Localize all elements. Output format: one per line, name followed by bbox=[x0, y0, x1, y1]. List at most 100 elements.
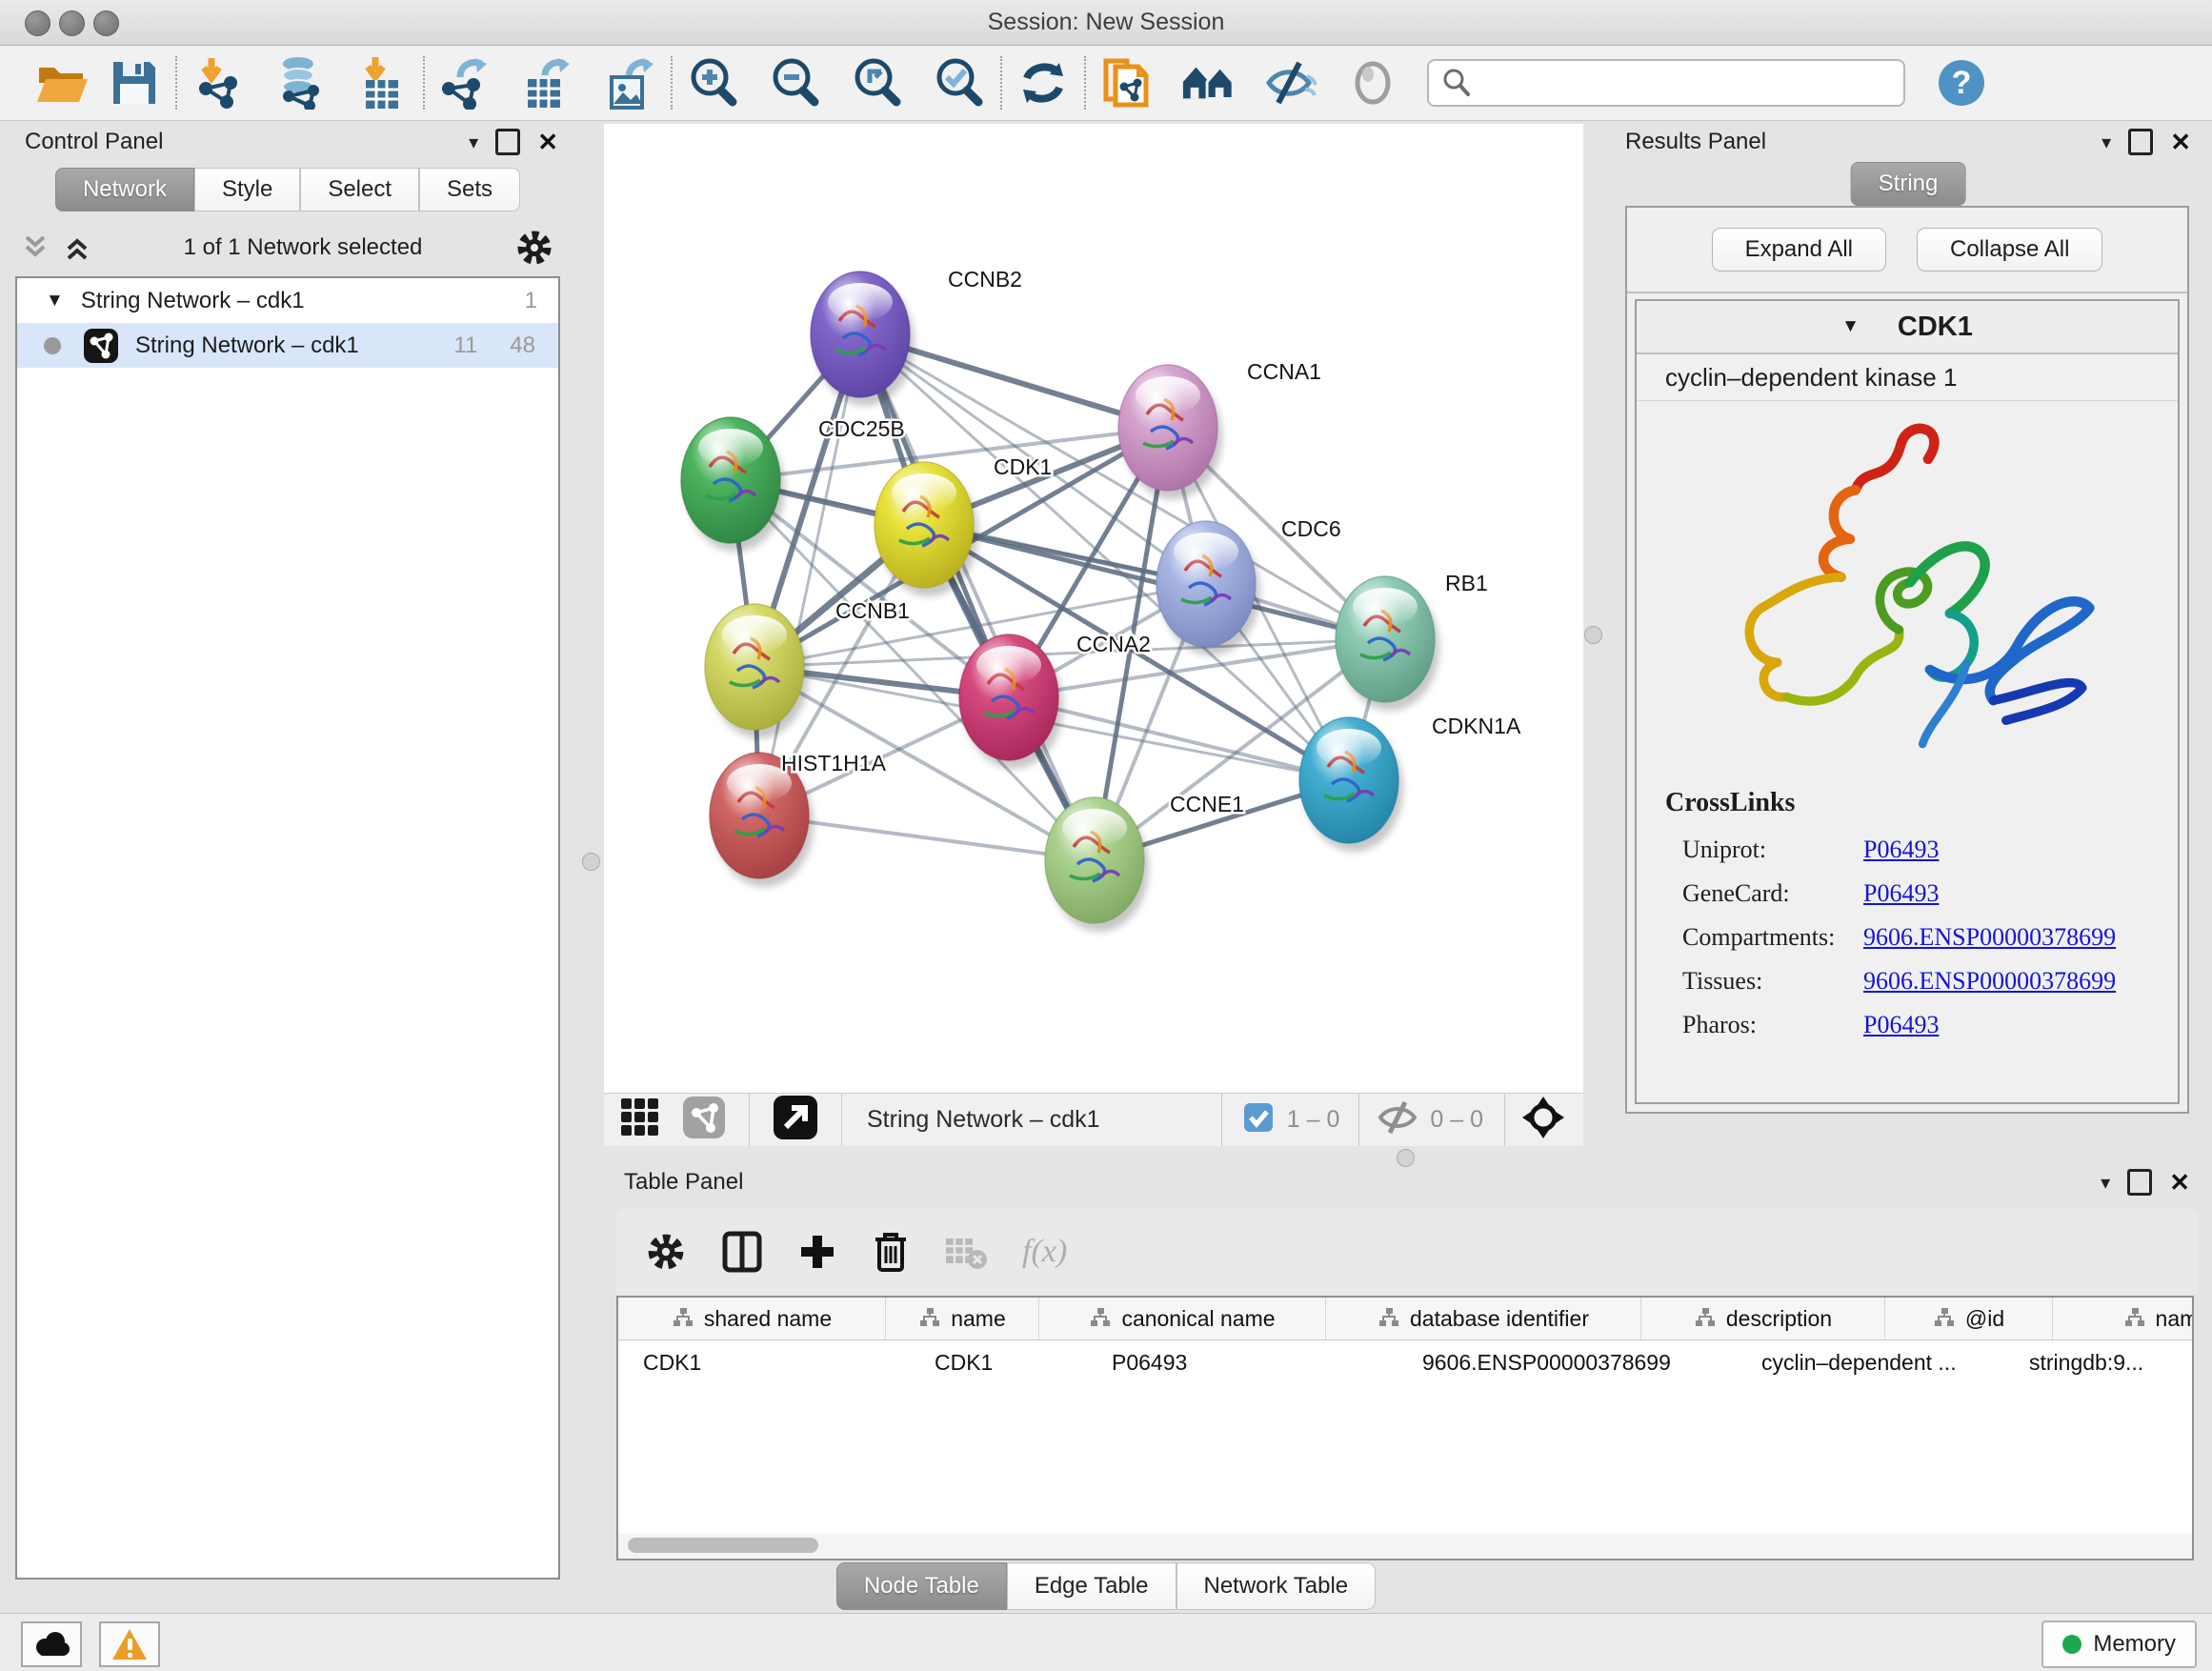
import-table-from-file-button[interactable] bbox=[354, 55, 410, 111]
right-splitter-handle[interactable] bbox=[1584, 626, 1602, 644]
graph-node-CDC6[interactable] bbox=[1156, 521, 1260, 655]
expand-all-networks-icon[interactable] bbox=[63, 233, 91, 262]
delete-column-icon[interactable] bbox=[872, 1230, 910, 1274]
zoom-fit-button[interactable] bbox=[850, 55, 905, 111]
control-panel-float-button[interactable] bbox=[495, 129, 520, 155]
show-columns-icon[interactable] bbox=[721, 1230, 763, 1274]
column-header-description[interactable]: description bbox=[1641, 1298, 1885, 1339]
tab-network-table[interactable]: Network Table bbox=[1176, 1562, 1377, 1610]
network-view-share-button[interactable] bbox=[682, 1096, 726, 1144]
table-cell[interactable]: stringdb:9... bbox=[2004, 1340, 2194, 1384]
hidden-elements-button[interactable] bbox=[1377, 1100, 1418, 1139]
crosslink-link[interactable]: P06493 bbox=[1863, 1011, 1939, 1039]
tab-select[interactable]: Select bbox=[300, 168, 419, 211]
crosslink-link[interactable]: 9606.ENSP00000378699 bbox=[1863, 923, 2116, 952]
crosslinks-section: CrossLinks Uniprot:P06493GeneCard:P06493… bbox=[1637, 788, 2178, 1047]
tab-style[interactable]: Style bbox=[194, 168, 300, 211]
help-button[interactable]: ? bbox=[1934, 55, 1989, 111]
table-cell[interactable]: CDK1 bbox=[910, 1340, 1087, 1384]
table-panel-close-button[interactable]: ✕ bbox=[2169, 1168, 2190, 1198]
scrollbar-thumb[interactable] bbox=[628, 1538, 818, 1553]
graph-node-CCNB1[interactable] bbox=[705, 604, 809, 738]
collapse-all-networks-icon[interactable] bbox=[21, 233, 50, 262]
tab-network[interactable]: Network bbox=[55, 168, 194, 211]
tab-node-table[interactable]: Node Table bbox=[836, 1562, 1007, 1610]
column-header-name[interactable]: name bbox=[886, 1298, 1039, 1339]
tab-edge-table[interactable]: Edge Table bbox=[1007, 1562, 1176, 1610]
fit-selected-button[interactable] bbox=[1520, 1095, 1566, 1145]
results-panel-menu-button[interactable]: ▾ bbox=[2101, 131, 2111, 154]
refresh-view-button[interactable] bbox=[1016, 55, 1071, 111]
import-network-from-database-button[interactable] bbox=[272, 55, 328, 111]
zoom-in-button[interactable] bbox=[686, 55, 741, 111]
glass-ball-effect-toggle-button[interactable] bbox=[1345, 55, 1400, 111]
node-table[interactable]: shared namenamecanonical namedatabase id… bbox=[616, 1296, 2194, 1538]
add-column-icon[interactable] bbox=[797, 1232, 837, 1272]
open-session-button[interactable] bbox=[34, 55, 90, 111]
network-graph[interactable]: CCNB2CCNA1CDC25BCDK1CDC6RB1CCNB1CCNA2CDK… bbox=[604, 124, 1583, 1093]
graph-node-CCNB2[interactable] bbox=[811, 272, 915, 406]
export-image-button[interactable] bbox=[602, 55, 657, 111]
export-table-icon bbox=[522, 56, 573, 110]
protein-card-header[interactable]: ▼ CDK1 bbox=[1637, 301, 2178, 354]
control-panel-menu-button[interactable]: ▾ bbox=[469, 131, 478, 154]
column-header-canonical-name[interactable]: canonical name bbox=[1039, 1298, 1326, 1339]
gear-icon[interactable] bbox=[514, 228, 554, 268]
column-header-database-identifier[interactable]: database identifier bbox=[1326, 1298, 1641, 1339]
search-box[interactable] bbox=[1427, 59, 1905, 107]
table-cell[interactable]: cyclin–dependent ... bbox=[1737, 1340, 2004, 1384]
graph-node-CCNE1[interactable] bbox=[1045, 797, 1149, 932]
network-row-selected[interactable]: String Network – cdk1 11 48 bbox=[17, 323, 558, 368]
table-settings-gear-icon[interactable] bbox=[645, 1231, 687, 1273]
results-panel-close-button[interactable]: ✕ bbox=[2170, 128, 2191, 157]
cloud-status-button[interactable] bbox=[21, 1621, 82, 1667]
crosslink-link[interactable]: 9606.ENSP00000378699 bbox=[1863, 967, 2116, 996]
expand-all-button[interactable]: Expand All bbox=[1712, 228, 1886, 272]
export-network-button[interactable] bbox=[438, 55, 493, 111]
column-header-namespace[interactable]: namespace bbox=[2053, 1298, 2194, 1339]
search-input[interactable] bbox=[1473, 69, 1877, 97]
edge-CCNB2-HIST1H1A[interactable] bbox=[759, 334, 860, 815]
protein-structure-image bbox=[1637, 401, 2178, 782]
column-header--id[interactable]: @id bbox=[1885, 1298, 2053, 1339]
table-cell[interactable]: 9606.ENSP00000378699 bbox=[1398, 1340, 1737, 1384]
table-cell[interactable]: P06493 bbox=[1087, 1340, 1398, 1384]
memory-button[interactable]: Memory bbox=[2041, 1621, 2197, 1668]
crosslink-link[interactable]: P06493 bbox=[1863, 836, 1939, 864]
graph-node-CCNA1[interactable] bbox=[1118, 365, 1222, 499]
results-panel-float-button[interactable] bbox=[2128, 129, 2153, 155]
string-import-button[interactable] bbox=[1099, 55, 1155, 111]
tab-sets[interactable]: Sets bbox=[419, 168, 520, 211]
tab-string[interactable]: String bbox=[1851, 162, 1966, 206]
column-header-shared-name[interactable]: shared name bbox=[618, 1298, 886, 1339]
graph-node-CDK1[interactable] bbox=[875, 462, 978, 596]
crosslink-label: GeneCard: bbox=[1665, 879, 1863, 908]
table-cell[interactable]: CDK1 bbox=[618, 1340, 910, 1384]
tree-expand-icon[interactable]: ▼ bbox=[1841, 316, 1860, 337]
export-table-button[interactable] bbox=[520, 55, 575, 111]
table-horizontal-scrollbar[interactable] bbox=[616, 1534, 2194, 1560]
birds-eye-view-button[interactable] bbox=[773, 1095, 818, 1145]
enhanced-labels-toggle-button[interactable] bbox=[1263, 55, 1318, 111]
network-canvas[interactable]: CCNB2CCNA1CDC25BCDK1CDC6RB1CCNB1CCNA2CDK… bbox=[604, 124, 1583, 1093]
crosslink-link[interactable]: P06493 bbox=[1863, 879, 1939, 908]
save-session-button[interactable] bbox=[107, 55, 162, 111]
left-splitter-handle[interactable] bbox=[582, 853, 600, 871]
collapse-all-button[interactable]: Collapse All bbox=[1917, 228, 2102, 272]
string-home-button[interactable] bbox=[1181, 55, 1237, 111]
zoom-selected-button[interactable] bbox=[932, 55, 987, 111]
graph-node-CDKN1A[interactable] bbox=[1299, 717, 1403, 852]
import-network-from-file-button[interactable] bbox=[191, 55, 246, 111]
table-row[interactable]: CDK1CDK1P064939606.ENSP00000378699cyclin… bbox=[618, 1340, 2192, 1384]
zoom-out-button[interactable] bbox=[768, 55, 823, 111]
graph-node-RB1[interactable] bbox=[1336, 576, 1439, 711]
selected-checkbox[interactable] bbox=[1243, 1102, 1274, 1137]
table-panel-float-button[interactable] bbox=[2127, 1169, 2152, 1196]
tree-expand-icon[interactable]: ▼ bbox=[46, 291, 64, 312]
table-panel-menu-button[interactable]: ▾ bbox=[2101, 1171, 2110, 1195]
control-panel-close-button[interactable]: ✕ bbox=[537, 128, 558, 157]
grid-view-button[interactable] bbox=[619, 1097, 661, 1143]
network-collection-row[interactable]: ▼ String Network – cdk1 1 bbox=[17, 278, 558, 323]
edge-CCNB2-CCNE1[interactable] bbox=[860, 334, 1095, 860]
warnings-button[interactable] bbox=[99, 1621, 160, 1667]
